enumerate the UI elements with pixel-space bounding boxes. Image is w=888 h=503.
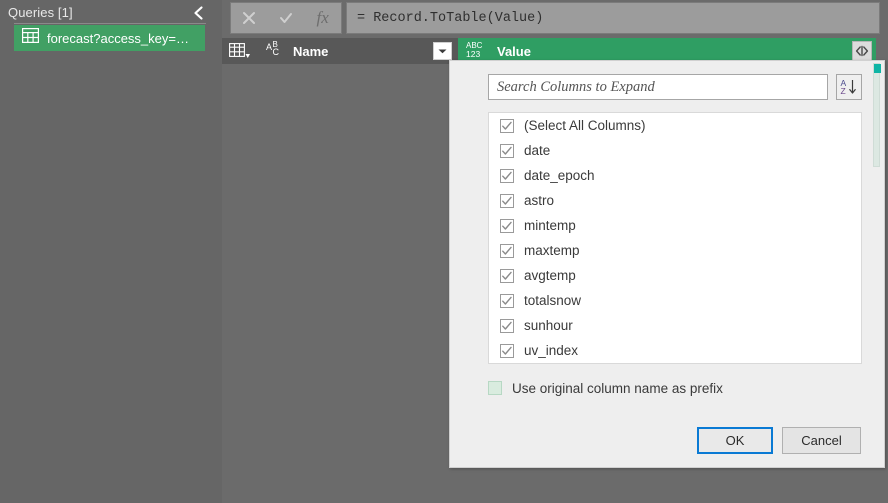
column-checkbox[interactable] bbox=[500, 243, 514, 258]
svg-text:123: 123 bbox=[466, 49, 480, 58]
column-header-value-label: Value bbox=[497, 43, 531, 59]
queries-pane-title: Queries [1] bbox=[8, 5, 73, 20]
list-item-label: avgtemp bbox=[524, 268, 576, 283]
fx-icon[interactable]: fx bbox=[304, 3, 341, 33]
ok-button[interactable]: OK bbox=[697, 427, 773, 454]
list-item[interactable]: totalsnow bbox=[489, 288, 861, 313]
checkmark-icon[interactable] bbox=[268, 3, 305, 33]
sort-az-icon[interactable]: A Z bbox=[836, 74, 862, 100]
column-header-name-label: Name bbox=[293, 43, 329, 59]
column-checkbox[interactable] bbox=[500, 318, 514, 333]
column-checkbox[interactable] bbox=[500, 168, 514, 183]
column-checkbox[interactable] bbox=[500, 118, 514, 133]
dialog-scrollbar-thumb[interactable] bbox=[874, 64, 881, 73]
checkmark-icon bbox=[502, 196, 512, 205]
formula-text: = Record.ToTable(Value) bbox=[357, 10, 544, 26]
column-checkbox[interactable] bbox=[500, 268, 514, 283]
column-checkbox[interactable] bbox=[500, 143, 514, 158]
columns-list[interactable]: (Select All Columns) date date_epochastro m… bbox=[488, 112, 862, 364]
formula-bar-buttons: fx bbox=[230, 2, 342, 34]
queries-header: Queries [1] bbox=[8, 4, 214, 24]
queries-header-divider bbox=[14, 23, 206, 24]
list-item-label: date bbox=[524, 143, 551, 158]
formula-bar: fx = Record.ToTable(Value) bbox=[222, 0, 888, 36]
expand-columns-dialog: A Z (Select All Columns) date date_epochas… bbox=[449, 60, 885, 468]
list-item-label: (Select All Columns) bbox=[524, 118, 646, 133]
sidebar-item-query[interactable]: forecast?access_key=… bbox=[14, 25, 205, 51]
select-table-icon[interactable] bbox=[222, 38, 258, 64]
use-prefix-checkbox[interactable] bbox=[488, 381, 502, 395]
svg-text:C: C bbox=[273, 47, 280, 57]
list-item-label: date_epoch bbox=[524, 168, 595, 183]
column-checkbox[interactable] bbox=[500, 193, 514, 208]
list-item-label: totalsnow bbox=[524, 293, 582, 308]
list-item[interactable]: mintemp bbox=[489, 213, 861, 238]
use-prefix-label: Use original column name as prefix bbox=[512, 380, 723, 396]
search-input[interactable] bbox=[488, 74, 828, 100]
formula-input[interactable]: = Record.ToTable(Value) bbox=[346, 2, 880, 34]
queries-sidebar: Queries [1] forecast?access_key=… bbox=[0, 0, 222, 503]
fx-label: fx bbox=[316, 8, 329, 27]
column-checkbox[interactable] bbox=[500, 343, 514, 358]
list-item[interactable]: astro bbox=[489, 188, 861, 213]
checkmark-icon bbox=[502, 146, 512, 155]
use-prefix-option[interactable]: Use original column name as prefix bbox=[488, 377, 862, 399]
list-item[interactable]: (Select All Columns) bbox=[489, 113, 861, 138]
search-input-field[interactable] bbox=[489, 75, 827, 99]
list-item[interactable]: maxtemp bbox=[489, 238, 861, 263]
column-checkbox[interactable] bbox=[500, 218, 514, 233]
close-x-icon[interactable] bbox=[231, 3, 268, 33]
sidebar-item-query-label: forecast?access_key=… bbox=[47, 30, 189, 46]
cancel-button[interactable]: Cancel bbox=[782, 427, 861, 454]
checkmark-icon bbox=[502, 346, 512, 355]
chevron-left-icon[interactable] bbox=[189, 3, 207, 23]
list-item-label: sunhour bbox=[524, 318, 573, 333]
chevron-down-icon[interactable] bbox=[433, 42, 452, 60]
list-item[interactable]: uv_index bbox=[489, 338, 861, 363]
checkmark-icon bbox=[502, 221, 512, 230]
checkmark-icon bbox=[502, 246, 512, 255]
column-checkbox[interactable] bbox=[500, 293, 514, 308]
checkmark-icon bbox=[502, 121, 512, 130]
checkmark-icon bbox=[502, 271, 512, 280]
table-icon bbox=[22, 28, 40, 48]
svg-text:A: A bbox=[266, 42, 272, 52]
abc-text-type-icon: A B C bbox=[266, 40, 286, 62]
list-item-label: astro bbox=[524, 193, 555, 208]
list-item-label: mintemp bbox=[524, 218, 576, 233]
expand-columns-icon[interactable] bbox=[852, 41, 872, 61]
list-item-label: uv_index bbox=[524, 343, 579, 358]
list-item[interactable]: date bbox=[489, 138, 861, 163]
dialog-scrollbar[interactable] bbox=[873, 63, 881, 167]
list-item[interactable]: avgtemp bbox=[489, 263, 861, 288]
column-header-name[interactable]: A B C Name bbox=[258, 38, 458, 64]
list-item-label: maxtemp bbox=[524, 243, 580, 258]
checkmark-icon bbox=[502, 171, 512, 180]
search-row: A Z bbox=[488, 74, 862, 100]
svg-text:Z: Z bbox=[841, 86, 846, 96]
power-query-editor: Queries [1] forecast?access_key=… fx = R… bbox=[0, 0, 888, 503]
list-item[interactable]: date_epoch bbox=[489, 163, 861, 188]
checkmark-icon bbox=[502, 321, 512, 330]
checkmark-icon bbox=[502, 296, 512, 305]
editor-main-pane: fx = Record.ToTable(Value) A B C Name AB… bbox=[222, 0, 888, 503]
list-item[interactable]: sunhour bbox=[489, 313, 861, 338]
